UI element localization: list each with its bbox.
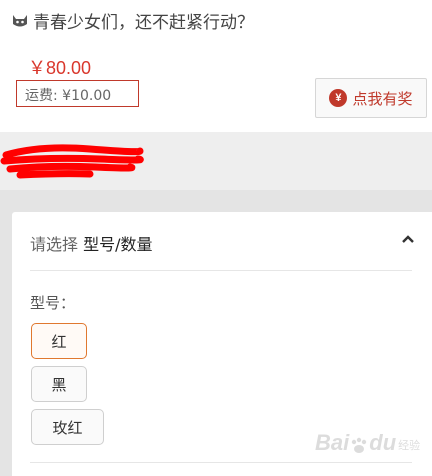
reward-button-label: 点我有奖 [352,89,413,108]
option-label: 黑 [51,375,67,394]
watermark-paw-text: du [369,430,397,455]
panel-title-prefix: 请选择 [30,235,79,254]
option-label: 红 [51,332,67,351]
option-label: 玫红 [52,418,83,437]
baidu-watermark-logo: Bai du 经验 [315,430,420,456]
redaction-scribble [0,144,144,179]
headline-text: 青春少女们，还不赶紧行动？ [33,12,254,33]
product-summary: 青春少女们，还不赶紧行动？ ￥80.00 运费: ¥10.00 ¥ 点我有奖 [0,0,432,132]
divider [30,270,412,271]
option-black[interactable]: 黑 [31,366,87,402]
shipping-fee: 运费: ¥10.00 [25,88,112,104]
yen-coin-icon: ¥ [329,89,348,107]
option-red[interactable]: 红 [31,323,87,359]
cat-face-icon [13,15,27,27]
panel-title: 请选择 型号/数量 [30,231,153,255]
watermark-brand: Bai [315,430,350,455]
divider [30,462,412,463]
option-rose-red[interactable]: 玫红 [31,409,104,445]
model-label: 型号： [30,294,76,312]
panel-title-main: 型号/数量 [83,235,153,254]
shipping-highlight: 运费: ¥10.00 [16,80,139,107]
headline: 青春少女们，还不赶紧行动？ [10,8,254,33]
paw-icon [352,437,367,453]
watermark-sub: 经验 [398,439,421,452]
chevron-up-icon[interactable] [401,232,415,246]
reward-button[interactable]: ¥ 点我有奖 [315,78,427,118]
product-price: ￥80.00 [28,58,92,78]
